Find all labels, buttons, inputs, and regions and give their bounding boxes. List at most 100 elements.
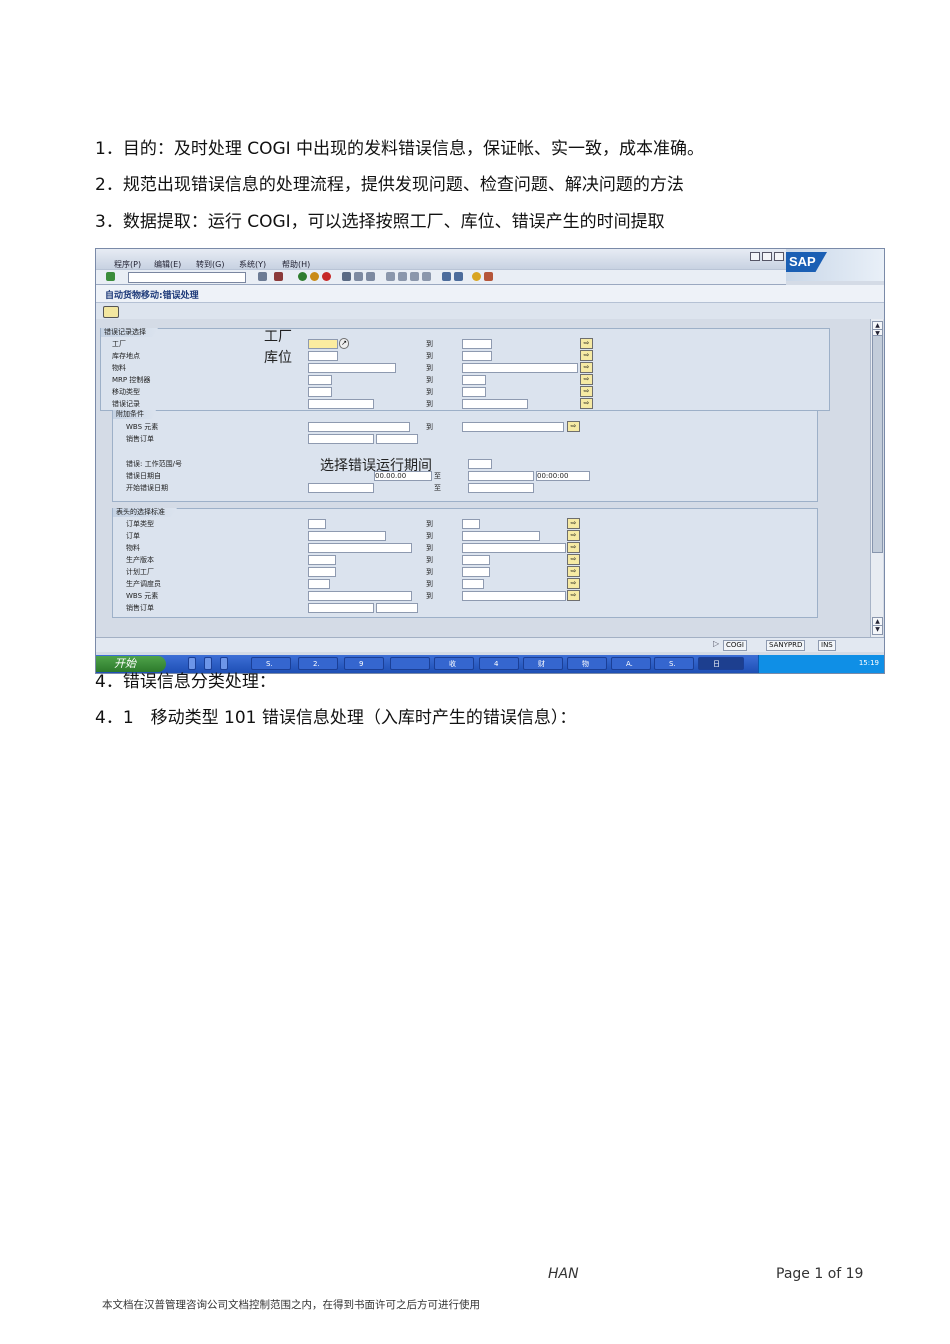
order-to-input[interactable] <box>462 531 540 541</box>
taskbar-item[interactable]: 物 <box>567 657 607 670</box>
taskbar-item[interactable]: 9 <box>344 657 384 670</box>
multiple-selection-button[interactable]: ⇨ <box>580 362 593 373</box>
header-material-to-input[interactable] <box>462 543 566 553</box>
multiple-selection-button[interactable]: ⇨ <box>580 398 593 409</box>
taskbar-item[interactable]: 2. <box>298 657 338 670</box>
multiple-selection-button[interactable]: ⇨ <box>567 530 580 541</box>
sales-order-input[interactable] <box>308 434 374 444</box>
footer-page-number: Page 1 of 19 <box>776 1266 864 1282</box>
print-icon[interactable] <box>342 272 351 281</box>
maximize-icon[interactable] <box>762 252 772 261</box>
back-icon[interactable] <box>298 272 307 281</box>
taskbar-item[interactable]: S. <box>251 657 291 670</box>
cancel-icon[interactable] <box>322 272 331 281</box>
quicklaunch-icon[interactable] <box>204 657 212 670</box>
field-label: 错误日期自 <box>126 472 161 480</box>
header-sales-order-item-input[interactable] <box>376 603 418 613</box>
multiple-selection-button[interactable]: ⇨ <box>567 542 580 553</box>
taskbar-item[interactable] <box>390 657 430 670</box>
material-to-input[interactable] <box>462 363 578 373</box>
taskbar-item[interactable]: 4 <box>479 657 519 670</box>
scheduler-from-input[interactable] <box>308 579 330 589</box>
start-button[interactable]: 开始 <box>96 656 166 672</box>
shortcut-icon[interactable] <box>454 272 463 281</box>
minimize-icon[interactable] <box>750 252 760 261</box>
order-type-from-input[interactable] <box>308 519 326 529</box>
order-from-input[interactable] <box>308 531 386 541</box>
error-date-to-input[interactable] <box>468 471 534 481</box>
movement-type-from-input[interactable] <box>308 387 332 397</box>
header-sales-order-input[interactable] <box>308 603 374 613</box>
multiple-selection-button[interactable]: ⇨ <box>567 590 580 601</box>
sap-logo: SAP <box>786 249 884 281</box>
last-page-icon[interactable] <box>422 272 431 281</box>
work-area-input[interactable] <box>468 459 492 469</box>
multiple-selection-button[interactable]: ⇨ <box>580 350 593 361</box>
movement-type-to-input[interactable] <box>462 387 486 397</box>
back-nav-icon[interactable] <box>258 272 267 281</box>
sales-order-item-input[interactable] <box>376 434 418 444</box>
planning-plant-from-input[interactable] <box>308 567 336 577</box>
to-label: 到 <box>426 532 433 540</box>
find-next-icon[interactable] <box>366 272 375 281</box>
quicklaunch-icon[interactable] <box>220 657 228 670</box>
storage-to-input[interactable] <box>462 351 492 361</box>
storage-from-input[interactable] <box>308 351 338 361</box>
find-icon[interactable] <box>354 272 363 281</box>
scroll-down-icon[interactable]: ▼ <box>872 625 883 635</box>
material-from-input[interactable] <box>308 363 396 373</box>
screen-title: 自动货物移动:错误处理 <box>105 291 199 301</box>
command-field[interactable] <box>128 272 246 283</box>
mrp-controller-from-input[interactable] <box>308 375 332 385</box>
multiple-selection-button[interactable]: ⇨ <box>580 338 593 349</box>
taskbar-item[interactable]: 财 <box>523 657 563 670</box>
triangle-icon[interactable]: ▷ <box>713 639 719 648</box>
taskbar-item[interactable]: A. <box>611 657 651 670</box>
error-record-from-input[interactable] <box>308 399 374 409</box>
start-error-date-to-input[interactable] <box>468 483 534 493</box>
start-error-date-input[interactable] <box>308 483 374 493</box>
taskbar-item[interactable]: 收 <box>434 657 474 670</box>
multiple-selection-button[interactable]: ⇨ <box>580 386 593 397</box>
enter-icon[interactable] <box>106 272 115 281</box>
multiple-selection-button[interactable]: ⇨ <box>567 421 580 432</box>
header-material-from-input[interactable] <box>308 543 412 553</box>
save-icon[interactable] <box>274 272 283 281</box>
multiple-selection-button[interactable]: ⇨ <box>580 374 593 385</box>
header-wbs-to-input[interactable] <box>462 591 566 601</box>
exit-icon[interactable] <box>310 272 319 281</box>
status-mode[interactable]: INS <box>818 640 836 651</box>
multiple-selection-button[interactable]: ⇨ <box>567 566 580 577</box>
multiple-selection-button[interactable]: ⇨ <box>567 578 580 589</box>
quicklaunch-icon[interactable] <box>188 657 196 670</box>
production-version-from-input[interactable] <box>308 555 336 565</box>
layout-menu-icon[interactable] <box>484 272 493 281</box>
taskbar-item-active[interactable]: 日 <box>698 657 744 670</box>
help-icon[interactable] <box>472 272 481 281</box>
error-record-to-input[interactable] <box>462 399 528 409</box>
vertical-scrollbar[interactable]: ▲ ▼ ▲ ▼ <box>870 319 883 637</box>
scroll-thumb[interactable] <box>872 335 883 553</box>
scheduler-to-input[interactable] <box>462 579 484 589</box>
plant-from-input[interactable] <box>308 339 338 349</box>
production-version-to-input[interactable] <box>462 555 490 565</box>
error-time-input[interactable]: 00:00:00 <box>536 471 590 481</box>
order-type-to-input[interactable] <box>462 519 480 529</box>
wbs-from-input[interactable] <box>308 422 410 432</box>
taskbar-item[interactable]: S. <box>654 657 694 670</box>
field-label: 移动类型 <box>112 388 140 396</box>
new-session-icon[interactable] <box>442 272 451 281</box>
execute-button[interactable] <box>103 306 119 318</box>
close-icon[interactable] <box>774 252 784 261</box>
header-wbs-from-input[interactable] <box>308 591 412 601</box>
previous-page-icon[interactable] <box>398 272 407 281</box>
plant-to-input[interactable] <box>462 339 492 349</box>
planning-plant-to-input[interactable] <box>462 567 490 577</box>
first-page-icon[interactable] <box>386 272 395 281</box>
next-page-icon[interactable] <box>410 272 419 281</box>
mrp-controller-to-input[interactable] <box>462 375 486 385</box>
search-help-icon[interactable]: ↗ <box>339 338 349 349</box>
multiple-selection-button[interactable]: ⇨ <box>567 518 580 529</box>
multiple-selection-button[interactable]: ⇨ <box>567 554 580 565</box>
wbs-to-input[interactable] <box>462 422 564 432</box>
